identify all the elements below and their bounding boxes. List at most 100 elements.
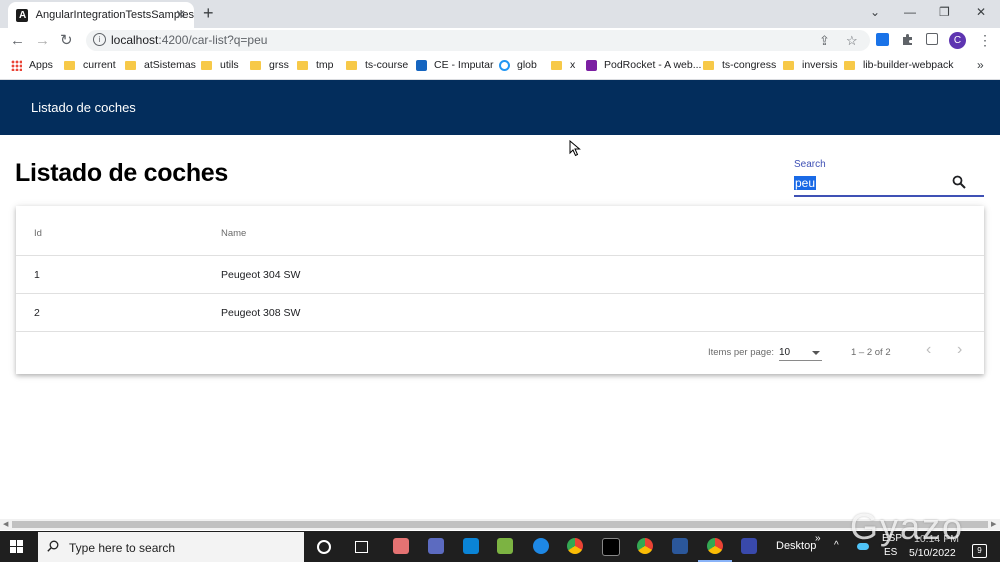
windows-start-icon[interactable] [10,540,23,553]
tab-search-button[interactable]: ⌄ [870,4,880,20]
folder-icon [703,60,714,70]
task-view-icon[interactable] [355,541,368,553]
search-icon [47,540,59,552]
gyazo-watermark: Gyazo [850,506,965,547]
table-header-row: Id Name [16,206,984,256]
page-size-select[interactable]: 10 [779,345,822,361]
cortana-icon[interactable] [317,540,331,554]
car-table-card: Id Name 1 Peugeot 304 SW 2 Peugeot 308 S… [16,206,984,374]
vscode-icon[interactable] [463,538,479,554]
forward-button[interactable]: → [35,32,50,50]
search-field[interactable]: Search peu [794,158,984,198]
close-tab-icon[interactable]: ✕ [175,7,186,23]
bookmark-ts-congress[interactable]: ts-congress [703,59,776,71]
bookmark-star-icon[interactable]: ☆ [846,33,858,48]
reload-button[interactable]: ↻ [60,32,73,50]
back-button[interactable]: ← [10,32,25,50]
page-size-value: 10 [779,347,791,358]
minimize-button[interactable]: — [904,4,916,20]
cell-name: Peugeot 304 SW [221,269,301,281]
bookmark-glob[interactable]: glob [499,59,537,71]
close-window-button[interactable]: ✕ [976,4,986,20]
search-icon[interactable] [952,175,966,189]
bookmark-tmp[interactable]: tmp [297,59,334,71]
chrome-icon[interactable] [567,538,583,554]
bookmark-ts-course[interactable]: ts-course [346,59,408,71]
cell-name: Peugeot 308 SW [221,307,301,319]
scroll-left-arrow-icon[interactable]: ◀ [3,520,8,528]
bookmark-grss[interactable]: grss [250,59,289,71]
side-panel-icon[interactable] [926,33,938,45]
column-header-name: Name [221,228,247,239]
app-header-title[interactable]: Listado de coches [31,100,136,115]
scroll-right-arrow-icon[interactable]: ▶ [991,520,996,528]
address-bar[interactable]: i localhost:4200/car-list?q=peu ⇪ ☆ [86,30,870,51]
browser-tab-strip: AngularIntegrationTestsSamples ✕ + ⌄ — ❐… [0,0,1000,28]
mouse-cursor-icon [569,140,581,157]
chrome-active-icon[interactable] [707,538,723,554]
taskbar-search-box[interactable]: Type here to search [38,532,304,562]
notepad-icon[interactable] [497,538,513,554]
paginator: Items per page: 10 1 – 2 of 2 ‹ › [16,330,984,374]
search-input[interactable]: peu [794,176,817,190]
dropdown-arrow-icon [812,351,820,355]
extension-icon[interactable] [876,33,889,46]
page-title: Listado de coches [15,159,229,187]
angular-favicon-icon [16,8,28,22]
search-label: Search [794,159,826,170]
terminal-icon[interactable] [602,538,620,556]
app-toolbar: Listado de coches [0,80,1000,135]
notifications-icon[interactable]: 9 [972,544,987,558]
app-icon[interactable] [393,538,409,554]
bookmark-ce-imputar[interactable]: CE - Imputar [416,59,494,71]
ce-icon [416,59,427,71]
bookmark-podrocket[interactable]: PodRocket - A web... [586,59,701,71]
desktop-toolbar-label[interactable]: Desktop [776,540,816,552]
teams-icon[interactable] [428,538,444,554]
maximize-button[interactable]: ❐ [939,4,950,20]
taskbar-search-placeholder: Type here to search [69,541,176,555]
table-row[interactable]: 1 Peugeot 304 SW [16,256,984,294]
bookmark-atsistemas[interactable]: atSistemas [125,59,196,71]
previous-page-button[interactable]: ‹ [926,341,931,359]
cell-id: 1 [34,269,40,281]
word-icon[interactable] [672,538,688,554]
share-icon[interactable]: ⇪ [819,33,830,48]
cell-id: 2 [34,307,40,319]
clock-date[interactable]: 5/10/2022 [909,547,956,559]
bookmark-x[interactable]: x [551,59,575,71]
chrome-icon[interactable] [637,538,653,554]
folder-icon [346,60,357,70]
folder-icon [297,60,308,70]
next-page-button[interactable]: › [957,341,962,359]
tray-overflow-icon[interactable]: ^ [834,540,839,551]
maps-icon[interactable] [533,538,549,554]
profile-avatar[interactable]: C [949,32,966,49]
browser-tab[interactable]: AngularIntegrationTestsSamples ✕ [8,2,194,28]
desktop-chevron-icon[interactable]: » [815,533,821,544]
site-info-icon[interactable]: i [93,33,106,46]
url-text[interactable]: localhost:4200/car-list?q=peu [111,33,267,47]
bookmark-utils[interactable]: utils [201,59,239,71]
bookmark-current[interactable]: current [64,59,116,71]
browser-menu-icon[interactable]: ⋮ [978,31,992,49]
bookmark-inversis[interactable]: inversis [783,59,838,71]
folder-icon [125,60,136,70]
folder-icon [783,60,794,70]
folder-icon [201,60,212,70]
folder-icon [250,60,261,70]
new-tab-button[interactable]: + [203,4,214,22]
podrocket-icon [586,59,597,71]
language-indicator-sub[interactable]: ES [884,547,897,558]
bookmark-apps[interactable]: Apps [11,59,53,71]
bookmarks-more-button[interactable]: » [977,58,984,72]
table-row[interactable]: 2 Peugeot 308 SW [16,294,984,332]
scrollbar-thumb[interactable] [12,521,988,528]
search-underline [794,195,984,197]
apps-grid-icon [11,59,22,71]
folder-icon [64,60,75,70]
folder-icon [551,60,562,70]
bookmark-lib-builder-webpack[interactable]: lib-builder-webpack [844,59,953,71]
extensions-puzzle-icon[interactable] [901,33,914,46]
game-icon[interactable] [741,538,757,554]
